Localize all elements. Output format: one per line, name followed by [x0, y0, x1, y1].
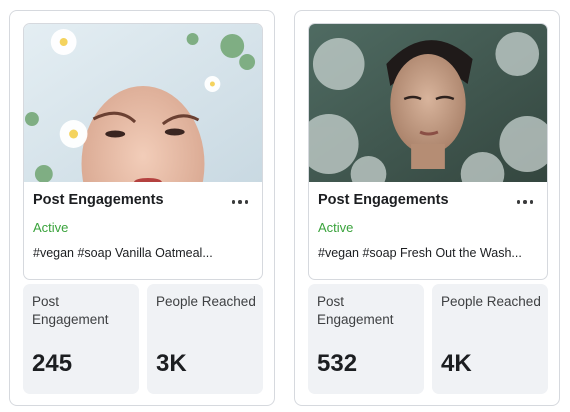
metric-people-reached: People Reached 3K [147, 284, 263, 394]
post-caption: #vegan #soap Vanilla Oatmeal... [33, 246, 213, 260]
metric-value: 532 [317, 350, 358, 377]
photo-man-in-bath-icon [309, 24, 547, 182]
metric-post-engagement: Post Engagement 532 [308, 284, 424, 394]
post-title: Post Engagements [318, 192, 449, 208]
more-options-icon[interactable] [516, 200, 533, 204]
post-thumbnail[interactable] [309, 24, 547, 182]
status-badge: Active [33, 220, 69, 235]
metric-label: Post Engagement [317, 294, 394, 327]
more-options-icon[interactable] [231, 200, 248, 204]
photo-woman-in-milk-bath-icon [24, 24, 262, 182]
ad-card: Post Engagements Active #vegan #soap Van… [9, 10, 275, 406]
metric-people-reached: People Reached 4K [432, 284, 548, 394]
metric-value: 4K [441, 350, 472, 377]
post-title: Post Engagements [33, 192, 164, 208]
metric-value: 3K [156, 350, 187, 377]
metric-label: People Reached [156, 294, 256, 309]
ad-card: Post Engagements Active #vegan #soap Fre… [294, 10, 560, 406]
metric-post-engagement: Post Engagement 245 [23, 284, 139, 394]
post-caption: #vegan #soap Fresh Out the Wash... [318, 246, 522, 260]
post-preview[interactable]: Post Engagements Active #vegan #soap Van… [23, 23, 263, 280]
metric-label: People Reached [441, 294, 541, 309]
status-badge: Active [318, 220, 354, 235]
post-preview[interactable]: Post Engagements Active #vegan #soap Fre… [308, 23, 548, 280]
post-thumbnail[interactable] [24, 24, 262, 182]
metric-value: 245 [32, 350, 73, 377]
metric-label: Post Engagement [32, 294, 109, 327]
